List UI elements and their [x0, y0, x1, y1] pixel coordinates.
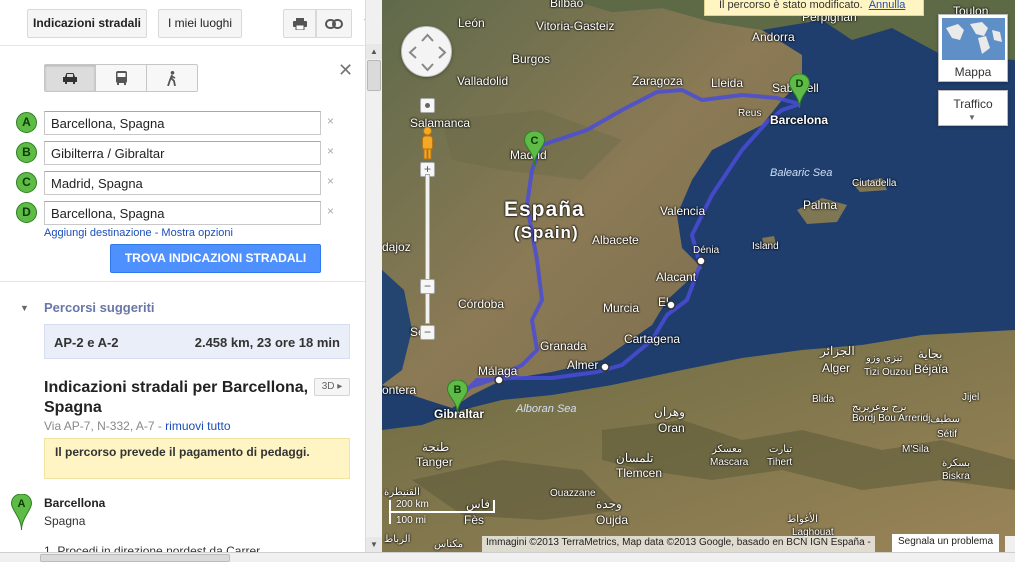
car-mode-button[interactable]: [45, 65, 96, 91]
scroll-down-icon[interactable]: ▼: [366, 537, 382, 552]
waypoint-row-d: D ×: [16, 201, 346, 225]
link-icon: [325, 19, 343, 29]
pan-arrows-icon: [408, 33, 447, 72]
waypoint-marker-b[interactable]: B: [16, 142, 37, 163]
via-points-layer: [494, 256, 706, 385]
map-view[interactable]: León Bilbao Vitoria-Gasteiz Andorra Perp…: [382, 0, 1015, 552]
horizontal-scrollbar[interactable]: [0, 552, 1015, 562]
start-city: Barcellona: [44, 496, 106, 510]
print-button[interactable]: [283, 9, 316, 38]
via-point[interactable]: [494, 375, 504, 385]
via-text: Via AP-7, N-332, A-7 -: [44, 419, 166, 433]
zoom-track[interactable]: [425, 174, 430, 324]
find-directions-button[interactable]: TROVA INDICAZIONI STRADALI: [110, 244, 321, 273]
travel-mode-selector: [44, 64, 198, 92]
map-scale: 200 km 100 mi: [388, 492, 498, 532]
scale-mi: 100 mi: [396, 515, 427, 526]
waypoint-input-a[interactable]: [44, 111, 321, 135]
suggested-route-item[interactable]: AP-2 e A-2 2.458 km, 23 ore 18 min: [44, 324, 350, 359]
scroll-thumb[interactable]: [367, 60, 381, 91]
waypoint-input-b[interactable]: [44, 141, 321, 165]
traffic-button[interactable]: Traffico ▼: [938, 90, 1008, 126]
map-attribution: Immagini ©2013 TerraMetrics, Map data ©2…: [482, 536, 875, 552]
panel-toolbar: Indicazioni stradali I miei luoghi: [0, 0, 365, 46]
undo-link[interactable]: Annulla: [869, 0, 906, 11]
zoom-level-marker: −: [420, 279, 435, 294]
map-corner: [1005, 536, 1015, 552]
via-point[interactable]: [696, 256, 706, 266]
map-type-label: Mappa: [954, 65, 992, 79]
map-thumbnail: [942, 18, 1005, 60]
links-separator: -: [151, 227, 162, 239]
suggested-routes-heading: Percorsi suggeriti: [44, 300, 155, 315]
waypoint-row-c: C ×: [16, 171, 346, 195]
report-problem-link[interactable]: Segnala un problema: [892, 534, 1000, 552]
directions-button[interactable]: Indicazioni stradali: [27, 9, 147, 38]
notification-text: Il percorso è stato modificato.: [719, 0, 863, 11]
zoom-out-button[interactable]: −: [420, 325, 435, 340]
show-options-link[interactable]: Mostra opzioni: [161, 227, 233, 239]
remove-waypoint-icon[interactable]: ×: [327, 114, 334, 128]
pan-control[interactable]: [401, 26, 452, 77]
close-icon[interactable]: ✕: [338, 60, 353, 81]
route-stats: 2.458 km, 23 ore 18 min: [194, 335, 340, 350]
remove-waypoint-icon[interactable]: ×: [327, 144, 334, 158]
bus-icon: [115, 71, 127, 85]
world-map-icon: [946, 22, 1002, 54]
waypoint-marker-d[interactable]: D: [16, 202, 37, 223]
walk-mode-button[interactable]: [147, 65, 197, 91]
horizontal-scroll-thumb[interactable]: [40, 554, 230, 562]
route-modified-notification: Il percorso è stato modificato. Annulla: [704, 0, 924, 16]
car-icon: [63, 73, 77, 84]
traffic-label: Traffico: [953, 97, 993, 111]
my-places-button[interactable]: I miei luoghi: [158, 9, 242, 38]
directions-panel: Indicazioni stradali I miei luoghi ✕ A B…: [0, 0, 365, 552]
zoom-reset-icon: [425, 103, 430, 108]
scale-bar-icon: [389, 500, 495, 524]
directions-title: Indicazioni stradali per Barcellona, Spa…: [44, 379, 309, 416]
waypoint-row-b: B ×: [16, 141, 346, 165]
panel-scrollbar[interactable]: ▲ ▼: [365, 0, 382, 552]
chevron-down-icon: ▼: [968, 113, 976, 122]
scroll-up-icon[interactable]: ▲: [366, 44, 382, 59]
via-roads: Via AP-7, N-332, A-7 - rimuovi tutto: [44, 419, 231, 433]
link-button[interactable]: [316, 9, 352, 38]
collapse-triangle-icon[interactable]: ▼: [20, 303, 29, 313]
via-point[interactable]: [600, 362, 610, 372]
zoom-reset-button[interactable]: [420, 98, 435, 113]
walking-icon: [167, 70, 176, 86]
start-country: Spagna: [44, 514, 86, 528]
waypoint-row-a: A ×: [16, 111, 346, 135]
route-name: AP-2 e A-2: [54, 335, 119, 350]
scale-km: 200 km: [396, 499, 429, 510]
pegman-icon[interactable]: [417, 126, 438, 160]
waypoint-marker-a[interactable]: A: [16, 112, 37, 133]
3d-button[interactable]: 3D ▸: [314, 378, 350, 396]
add-destination-link[interactable]: Aggiungi destinazione: [44, 227, 152, 239]
divider: [0, 281, 365, 282]
remove-all-link[interactable]: rimuovi tutto: [165, 419, 230, 433]
waypoint-marker-c[interactable]: C: [16, 172, 37, 193]
waypoint-links: Aggiungi destinazione - Mostra opzioni: [44, 227, 233, 239]
via-point[interactable]: [666, 300, 676, 310]
map-type-button[interactable]: Mappa: [938, 14, 1008, 82]
print-icon: [292, 18, 307, 31]
transit-mode-button[interactable]: [96, 65, 147, 91]
toll-notice: Il percorso prevede il pagamento di peda…: [44, 438, 350, 479]
waypoint-input-c[interactable]: [44, 171, 321, 195]
waypoint-input-d[interactable]: [44, 201, 321, 225]
remove-waypoint-icon[interactable]: ×: [327, 174, 334, 188]
zoom-control: + − −: [420, 96, 435, 342]
start-pin-letter: A: [18, 498, 26, 510]
remove-waypoint-icon[interactable]: ×: [327, 204, 334, 218]
start-pin-icon[interactable]: A: [11, 494, 32, 530]
step-1[interactable]: 1. Procedi in direzione nordest da Carre…: [44, 544, 260, 552]
